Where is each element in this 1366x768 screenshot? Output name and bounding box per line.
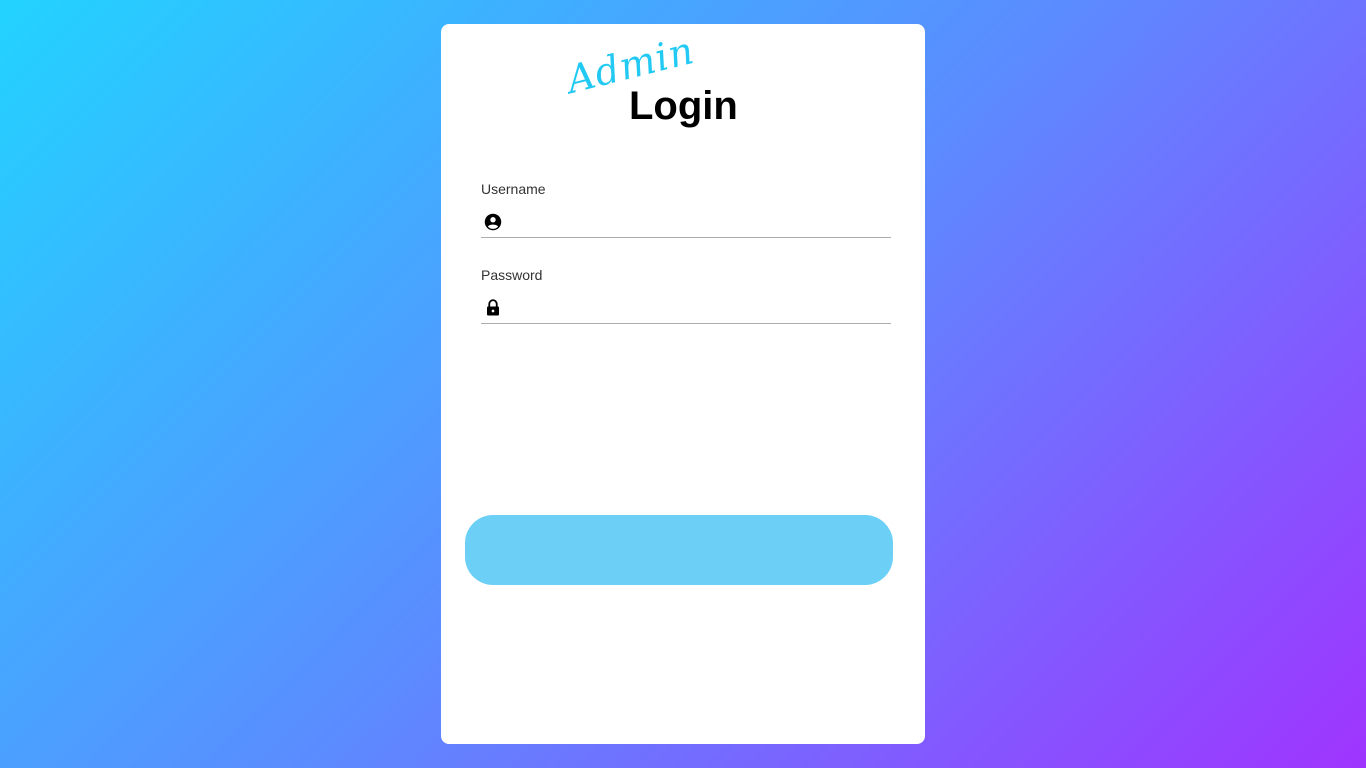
- logo-login-title: Login: [629, 84, 738, 128]
- user-circle-icon: [481, 210, 505, 234]
- username-input[interactable]: [505, 208, 891, 236]
- password-label: Password: [481, 267, 543, 283]
- login-card: Admin Login Username Password: [441, 24, 925, 744]
- lock-icon: [481, 296, 505, 320]
- password-field: Password: [481, 267, 891, 324]
- admin-login-logo: Admin Login: [562, 28, 753, 136]
- password-input-row[interactable]: [481, 293, 891, 324]
- username-label: Username: [481, 181, 546, 197]
- username-input-row[interactable]: [481, 207, 891, 238]
- password-input[interactable]: [505, 294, 891, 322]
- username-field: Username: [481, 181, 891, 238]
- login-button[interactable]: [465, 515, 893, 585]
